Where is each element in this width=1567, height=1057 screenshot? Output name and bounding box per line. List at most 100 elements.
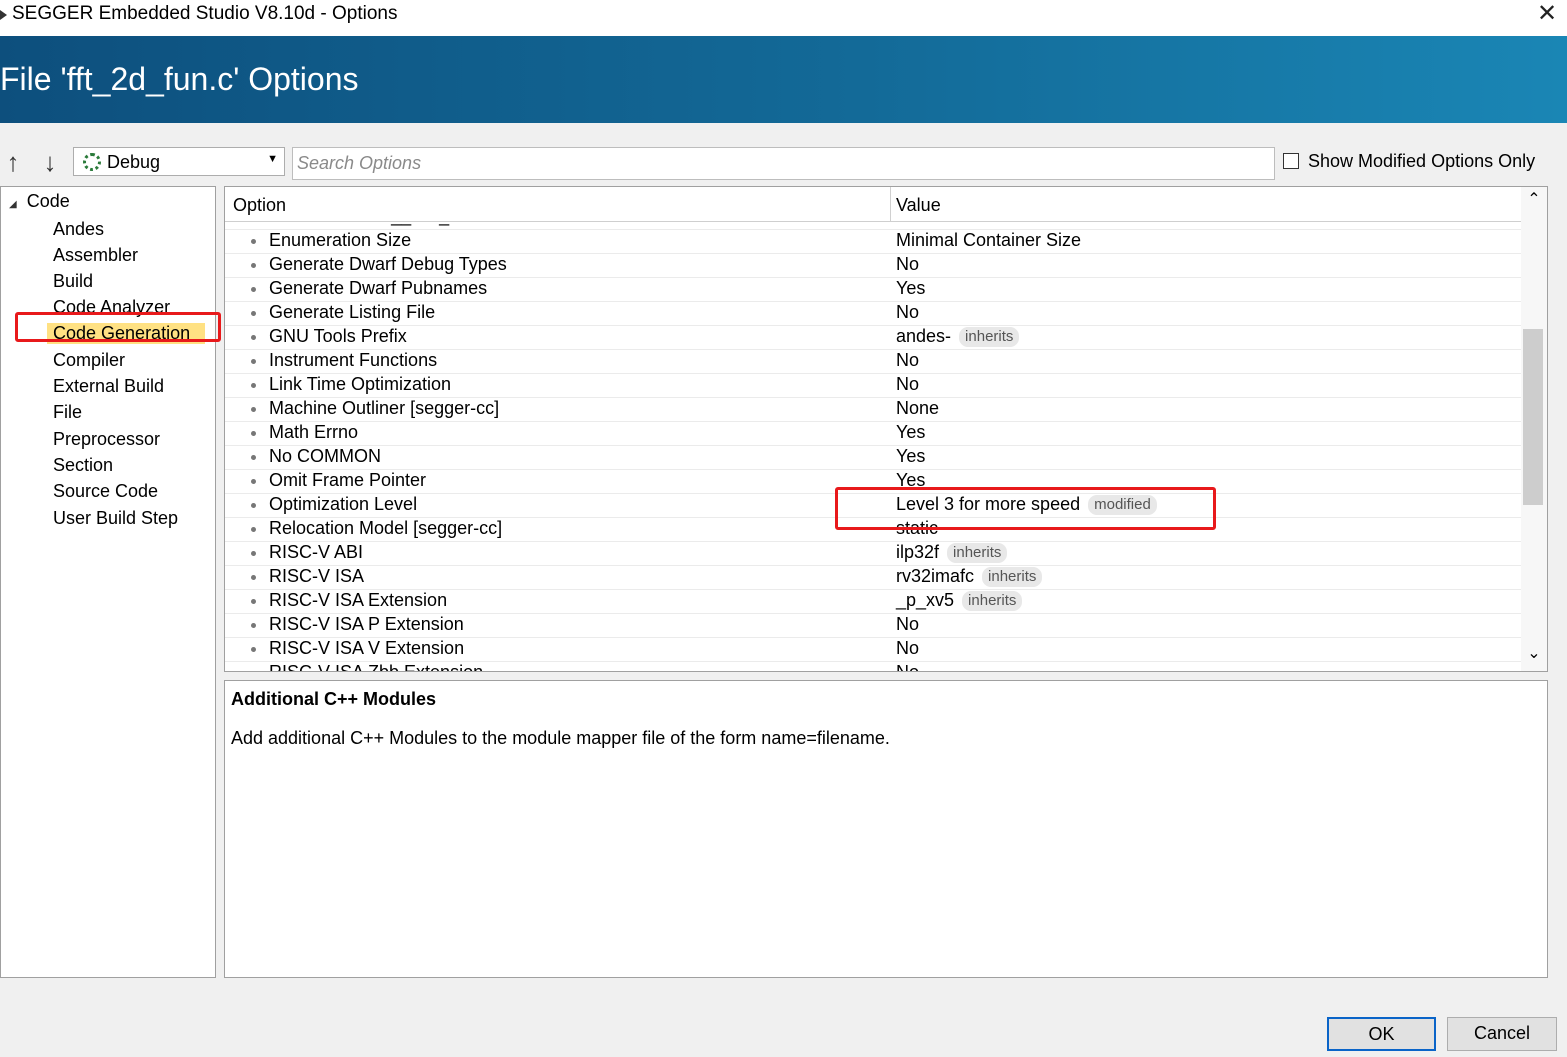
option-value[interactable]: rv32imafc inherits <box>896 566 1043 587</box>
option-value[interactable]: ilp32f inherits <box>896 542 1008 563</box>
tree-item-build[interactable]: Build <box>53 271 93 292</box>
option-value[interactable]: No <box>896 638 919 659</box>
bullet-icon <box>251 359 256 364</box>
option-row[interactable]: No COMMON Yes <box>225 445 1521 470</box>
option-row[interactable]: Generate Dwarf Debug Types No <box>225 253 1521 278</box>
bullet-icon <box>251 407 256 412</box>
bullet-icon <box>251 575 256 580</box>
option-value-text: Yes <box>896 470 926 490</box>
vertical-scrollbar[interactable]: ⌃ ⌄ <box>1521 187 1547 671</box>
option-value[interactable]: _p_xv5 inherits <box>896 590 1023 611</box>
bullet-icon <box>251 551 256 556</box>
option-row[interactable]: RISC-V ISA rv32imafc inherits <box>225 565 1521 590</box>
bullet-icon <box>251 239 256 244</box>
search-input[interactable] <box>292 147 1275 180</box>
option-row[interactable]: Relocation Model [segger-cc] static <box>225 517 1521 542</box>
option-name: Generate Dwarf Debug Types <box>269 254 507 274</box>
option-value[interactable]: andes-inherits <box>896 326 1020 347</box>
option-value[interactable]: No <box>896 302 919 323</box>
bullet-icon <box>251 335 256 340</box>
option-value[interactable]: Minimal Container Size <box>896 230 1081 251</box>
option-name: RISC-V ISA V Extension <box>269 638 465 658</box>
description-pane: Additional C++ Modules Add additional C+… <box>224 680 1548 978</box>
tree-item-user-build-step[interactable]: User Build Step <box>53 508 178 529</box>
option-value-text: No <box>896 614 920 634</box>
option-row[interactable]: RISC-V ISA Zbb Extension No <box>225 661 1521 672</box>
show-modified-checkbox[interactable] <box>1283 153 1299 169</box>
collapse-triangle-icon[interactable]: ◢ <box>9 199 17 210</box>
option-value[interactable]: Level 3 for more speed modified <box>896 494 1157 515</box>
app-icon <box>0 10 7 20</box>
tree-item-preprocessor[interactable]: Preprocessor <box>53 429 160 450</box>
option-row[interactable]: Math Errno Yes <box>225 421 1521 446</box>
scrollbar-thumb[interactable] <box>1523 329 1543 505</box>
option-row[interactable]: Generate Listing File No <box>225 301 1521 326</box>
option-value-text: Yes <box>896 446 926 466</box>
column-header-option[interactable]: Option <box>233 195 286 216</box>
arrow-down-icon[interactable]: ↓ <box>37 147 63 177</box>
option-value[interactable]: Yes <box>896 470 925 491</box>
option-row[interactable]: Link Time Optimization No <box>225 373 1521 398</box>
tree-item-compiler[interactable]: Compiler <box>53 350 125 371</box>
option-row[interactable]: Enumeration Size Minimal Container Size <box>225 229 1521 254</box>
tree-item-source-code[interactable]: Source Code <box>53 481 158 502</box>
option-value[interactable]: Yes <box>896 278 925 299</box>
header-banner: File 'fft_2d_fun.c' Options <box>0 36 1567 123</box>
close-icon[interactable]: ✕ <box>1532 2 1562 28</box>
option-name: Link Time Optimization <box>269 374 452 394</box>
description-title: Additional C++ Modules <box>231 689 437 709</box>
tree-item-file[interactable]: File <box>53 402 82 423</box>
option-value-text: Yes <box>896 278 926 298</box>
bullet-icon <box>251 287 256 292</box>
option-value[interactable]: No <box>896 350 919 371</box>
tree-item-andes[interactable]: Andes <box>53 219 104 240</box>
tree-item-code-generation[interactable]: Code Generation <box>47 323 205 344</box>
bullet-icon <box>251 263 256 268</box>
bullet-icon <box>251 383 256 388</box>
option-name: Generate Listing File <box>269 302 436 322</box>
show-modified-label: Show Modified Options Only <box>1308 151 1536 171</box>
option-row[interactable]: Optimization Level Level 3 for more speed… <box>225 493 1521 518</box>
cancel-button[interactable]: Cancel <box>1447 1017 1557 1051</box>
tree-item-code-analyzer[interactable]: Code Analyzer <box>53 297 170 318</box>
tree-item-external-build[interactable]: External Build <box>53 376 164 397</box>
toolbar: ↑ ↓ Debug ▼ Show Modified Options Only <box>0 145 1567 181</box>
option-value[interactable]: None <box>896 398 939 419</box>
option-name: RISC-V ABI <box>269 542 364 562</box>
option-row[interactable]: Machine Outliner [segger-cc] None <box>225 397 1521 422</box>
column-separator[interactable] <box>890 187 891 221</box>
option-value[interactable]: No <box>896 374 919 395</box>
option-value-text: Minimal Container Size <box>896 230 1082 250</box>
option-value[interactable]: static <box>896 518 938 539</box>
configuration-select[interactable]: Debug ▼ <box>73 147 285 176</box>
scroll-up-icon[interactable]: ⌃ <box>1521 189 1547 215</box>
option-value[interactable]: Yes <box>896 446 925 467</box>
option-row[interactable]: RISC-V ABI ilp32f inherits <box>225 541 1521 566</box>
option-value[interactable]: No <box>896 614 919 635</box>
option-row[interactable]: GNU Tools Prefix andes-inherits <box>225 325 1521 350</box>
window-title: SEGGER Embedded Studio V8.10d - Options <box>12 3 398 24</box>
configuration-icon <box>83 153 101 171</box>
option-value[interactable]: No <box>896 254 919 275</box>
tree-item-section[interactable]: Section <box>53 455 113 476</box>
scroll-down-icon[interactable]: ⌄ <box>1521 643 1547 669</box>
option-value[interactable]: No <box>896 662 920 672</box>
option-row[interactable]: Omit Frame Pointer Yes <box>225 469 1521 494</box>
bullet-icon <box>251 431 256 436</box>
option-row[interactable]: RISC-V ISA Extension _p_xv5 inherits <box>225 589 1521 614</box>
option-value-text: static <box>896 518 939 538</box>
page-title: File 'fft_2d_fun.c' Options <box>0 61 359 97</box>
tree-item-assembler[interactable]: Assembler <box>53 245 138 266</box>
option-row[interactable]: RISC-V ISA V Extension No <box>225 637 1521 662</box>
ok-button[interactable]: OK <box>1327 1017 1436 1051</box>
option-row[interactable]: Generate Dwarf Pubnames Yes <box>225 277 1521 302</box>
option-value-text: No <box>896 662 920 672</box>
option-value[interactable]: Yes <box>896 422 925 443</box>
column-header-value[interactable]: Value <box>896 195 941 216</box>
option-name: RISC-V ISA Extension <box>269 590 448 610</box>
arrow-up-icon[interactable]: ↑ <box>0 147 26 177</box>
option-row[interactable]: Instrument Functions No <box>225 349 1521 374</box>
option-name: Math Errno <box>269 422 359 442</box>
option-row[interactable]: RISC-V ISA P Extension No <box>225 613 1521 638</box>
tree-root-code[interactable]: ◢ Code <box>9 191 70 212</box>
